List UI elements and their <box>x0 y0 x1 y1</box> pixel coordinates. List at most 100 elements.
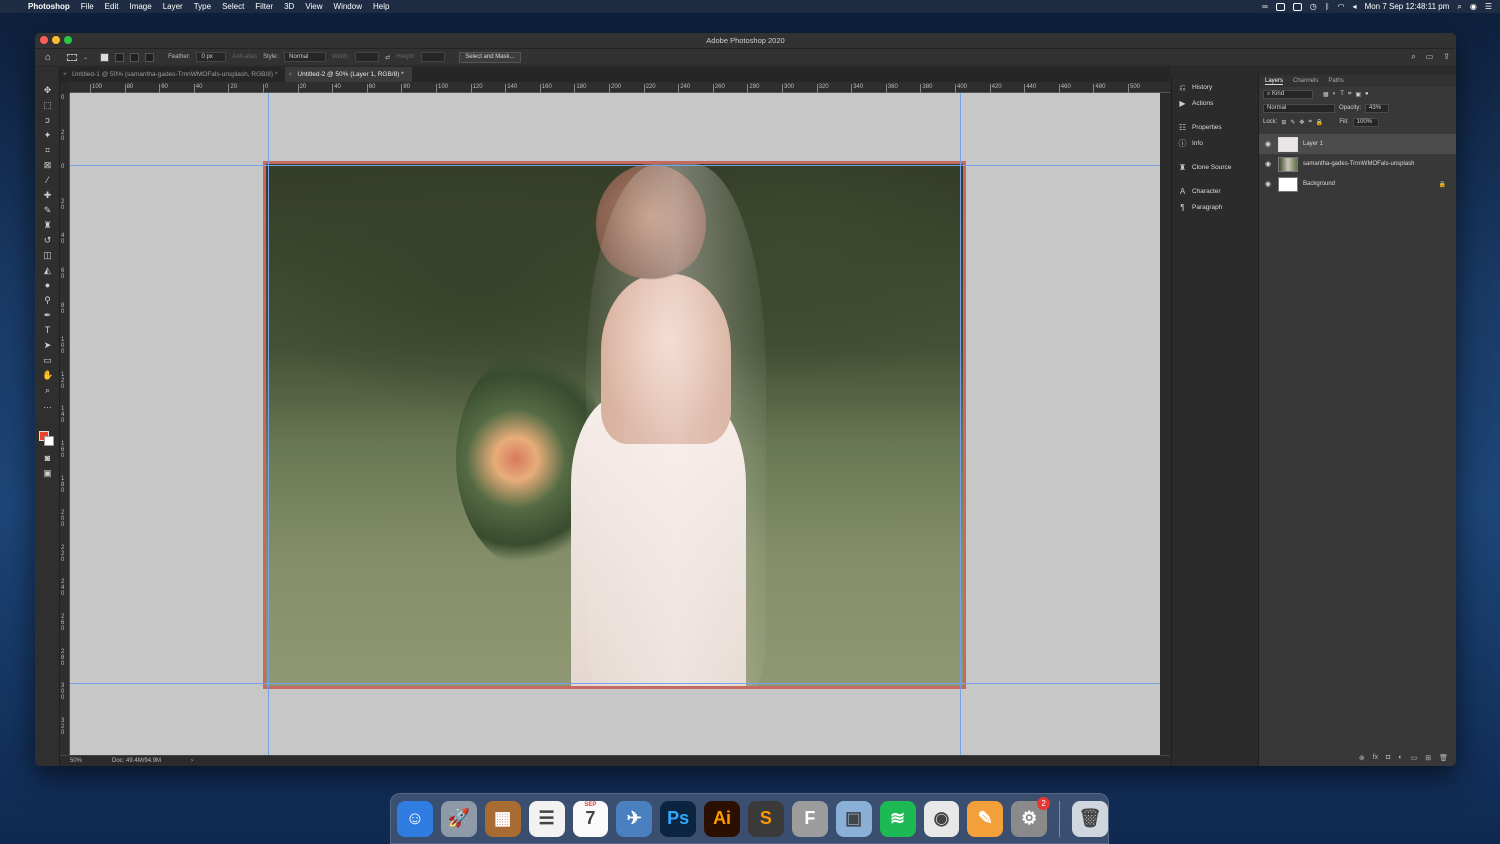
home-icon[interactable]: ⌂ <box>45 52 51 63</box>
tab-layers[interactable]: Layers <box>1265 78 1284 85</box>
select-and-mask-button[interactable]: Select and Mask... <box>459 51 521 63</box>
swap-icon[interactable]: ⇄ <box>385 54 390 61</box>
path-selection-tool-icon[interactable]: ➤ <box>42 340 53 351</box>
marquee-tool-preset-icon[interactable] <box>67 53 78 61</box>
magic-wand-tool-icon[interactable]: ✦ <box>42 130 53 141</box>
panel-info[interactable]: ⓘ Info <box>1178 139 1203 148</box>
ruler-vertical[interactable]: 0 20 0 20 40 60 80 100 120 140 160 180 200 220 240 260 2… <box>60 93 70 755</box>
dock-app-sublime-text[interactable]: S <box>748 800 784 837</box>
pixel-filter-icon[interactable]: ▦ <box>1323 91 1329 98</box>
quick-mask-icon[interactable]: ◙ <box>42 453 53 464</box>
panel-character[interactable]: A Character <box>1178 187 1221 196</box>
type-filter-icon[interactable]: T <box>1340 91 1344 97</box>
menu-app-name[interactable]: Photoshop <box>28 2 70 11</box>
guide-horizontal[interactable] <box>70 165 1160 166</box>
doc-size[interactable]: Doc: 49.4M/94.9M <box>112 756 161 766</box>
zoom-window-button[interactable] <box>64 36 72 44</box>
clone-stamp-tool-icon[interactable]: ♜ <box>42 220 53 231</box>
share-icon[interactable]: ⇪ <box>1443 52 1450 62</box>
fill-input[interactable]: 100% <box>1352 117 1379 127</box>
panel-properties[interactable]: ☷ Properties <box>1178 123 1222 132</box>
window-icon[interactable] <box>1292 2 1302 11</box>
display-icon[interactable] <box>1275 2 1285 11</box>
rectangular-marquee-tool-icon[interactable]: ⬚ <box>42 100 53 111</box>
healing-brush-tool-icon[interactable]: ✚ <box>42 190 53 201</box>
dock-app-calculator[interactable]: ▦ <box>484 800 521 837</box>
creative-cloud-icon[interactable]: ∞ <box>1262 2 1268 11</box>
new-layer-icon[interactable]: ⊞ <box>1425 754 1431 762</box>
subtract-selection-icon[interactable] <box>130 52 140 62</box>
opacity-input[interactable]: 43% <box>1365 103 1390 113</box>
dock-app-system-preferences[interactable]: ⚙ 2 <box>1011 796 1051 837</box>
link-layers-icon[interactable]: ⊗ <box>1359 754 1365 762</box>
close-window-button[interactable] <box>40 36 48 44</box>
minimize-window-button[interactable] <box>52 36 60 44</box>
intersect-selection-icon[interactable] <box>145 52 155 62</box>
dock-app-illustrator[interactable]: Ai <box>704 800 740 837</box>
guide-horizontal[interactable] <box>70 683 1160 684</box>
tab-channels[interactable]: Channels <box>1293 78 1318 84</box>
dock-app-reminders[interactable]: ☰ <box>528 800 565 837</box>
delete-layer-icon[interactable]: 🗑 <box>1439 754 1448 762</box>
spotlight-search-icon[interactable]: ⌕ <box>1457 2 1461 12</box>
close-tab-icon[interactable]: × <box>63 67 67 82</box>
panel-history[interactable]: ⎌ History <box>1178 83 1212 92</box>
menu-type[interactable]: Type <box>194 2 211 11</box>
menu-file[interactable]: File <box>81 2 94 11</box>
paint-bucket-tool-icon[interactable]: ◭ <box>42 265 53 276</box>
dodge-tool-icon[interactable]: ⚲ <box>42 295 53 306</box>
ruler-horizontal[interactable]: 100 80 60 40 20 0 20 40 60 80 100 120 140 160 180 200 22… <box>70 82 1170 93</box>
tab-paths[interactable]: Paths <box>1328 78 1343 84</box>
panel-actions[interactable]: ▶ Actions <box>1178 99 1213 108</box>
menu-filter[interactable]: Filter <box>255 2 273 11</box>
search-icon[interactable]: ⌕ <box>1411 52 1415 62</box>
zoom-tool-icon[interactable]: ⌕ <box>42 385 53 396</box>
menu-3d[interactable]: 3D <box>284 2 294 11</box>
tab-untitled-1[interactable]: × Untitled-1 @ 50% (samantha-gades-TrnnW… <box>60 67 285 82</box>
panel-paragraph[interactable]: ¶ Paragraph <box>1178 203 1222 212</box>
lock-transparent-icon[interactable]: ⊞ <box>1281 119 1286 126</box>
adjustment-filter-icon[interactable]: ◐ <box>1333 91 1337 97</box>
dock-app-preview[interactable]: ✈ <box>616 800 653 837</box>
rectangle-tool-icon[interactable]: ▭ <box>42 355 53 366</box>
history-brush-tool-icon[interactable]: ↺ <box>42 235 53 246</box>
smart-object-filter-icon[interactable]: ▣ <box>1355 91 1361 98</box>
type-tool-icon[interactable]: T <box>42 325 53 336</box>
kind-filter-select[interactable]: ⌕ Kind <box>1263 89 1313 99</box>
blur-tool-icon[interactable]: ● <box>42 280 53 291</box>
dock-app-pages[interactable]: ✎ <box>967 800 1004 837</box>
dock-app-image-capture[interactable]: ▣ <box>835 800 872 837</box>
eraser-tool-icon[interactable]: ◫ <box>42 250 53 261</box>
volume-icon[interactable]: ◂ <box>1353 2 1357 11</box>
bluetooth-icon[interactable]: ᛒ <box>1325 2 1330 11</box>
tab-untitled-2[interactable]: × Untitled-2 @ 50% (Layer 1, RGB/8) * <box>285 67 412 82</box>
layer-row[interactable]: ◉ samantha-gades-TrnnWMOFals-unsplash <box>1259 154 1456 174</box>
canvas-area[interactable] <box>70 93 1160 755</box>
fx-icon[interactable]: fx <box>1373 754 1378 762</box>
menu-view[interactable]: View <box>305 2 322 11</box>
menu-select[interactable]: Select <box>222 2 244 11</box>
more-tools-icon[interactable]: … <box>42 400 53 411</box>
brush-tool-icon[interactable]: ✎ <box>42 205 53 216</box>
workspace-icon[interactable]: ▭ <box>1426 52 1434 62</box>
dock-app-finder[interactable]: ☺ <box>397 800 433 837</box>
wifi-icon[interactable]: ◠ <box>1338 2 1345 11</box>
shape-filter-icon[interactable]: ⌗ <box>1348 91 1351 98</box>
dock-app-launchpad[interactable]: 🚀 <box>440 800 477 837</box>
menu-image[interactable]: Image <box>129 2 151 11</box>
layer-row[interactable]: ◉ Background 🔒 <box>1259 174 1456 194</box>
add-mask-icon[interactable]: ◘ <box>1386 754 1390 762</box>
layer-row[interactable]: ◉ Layer 1 <box>1259 134 1456 154</box>
document-canvas[interactable] <box>263 161 966 689</box>
user-icon[interactable]: ◉ <box>1470 2 1477 11</box>
background-color-swatch[interactable] <box>44 436 54 446</box>
chevron-down-icon[interactable]: ⌄ <box>83 54 88 61</box>
lock-position-icon[interactable]: ✥ <box>1299 119 1304 126</box>
guide-vertical[interactable] <box>268 93 269 755</box>
new-group-icon[interactable]: ▭ <box>1411 754 1418 762</box>
hand-tool-icon[interactable]: ✋ <box>42 370 53 381</box>
dock-app-chrome[interactable]: ◉ <box>923 800 960 837</box>
close-tab-icon[interactable]: × <box>288 67 292 82</box>
eye-icon[interactable]: ◉ <box>1265 140 1273 148</box>
menu-layer[interactable]: Layer <box>163 2 183 11</box>
